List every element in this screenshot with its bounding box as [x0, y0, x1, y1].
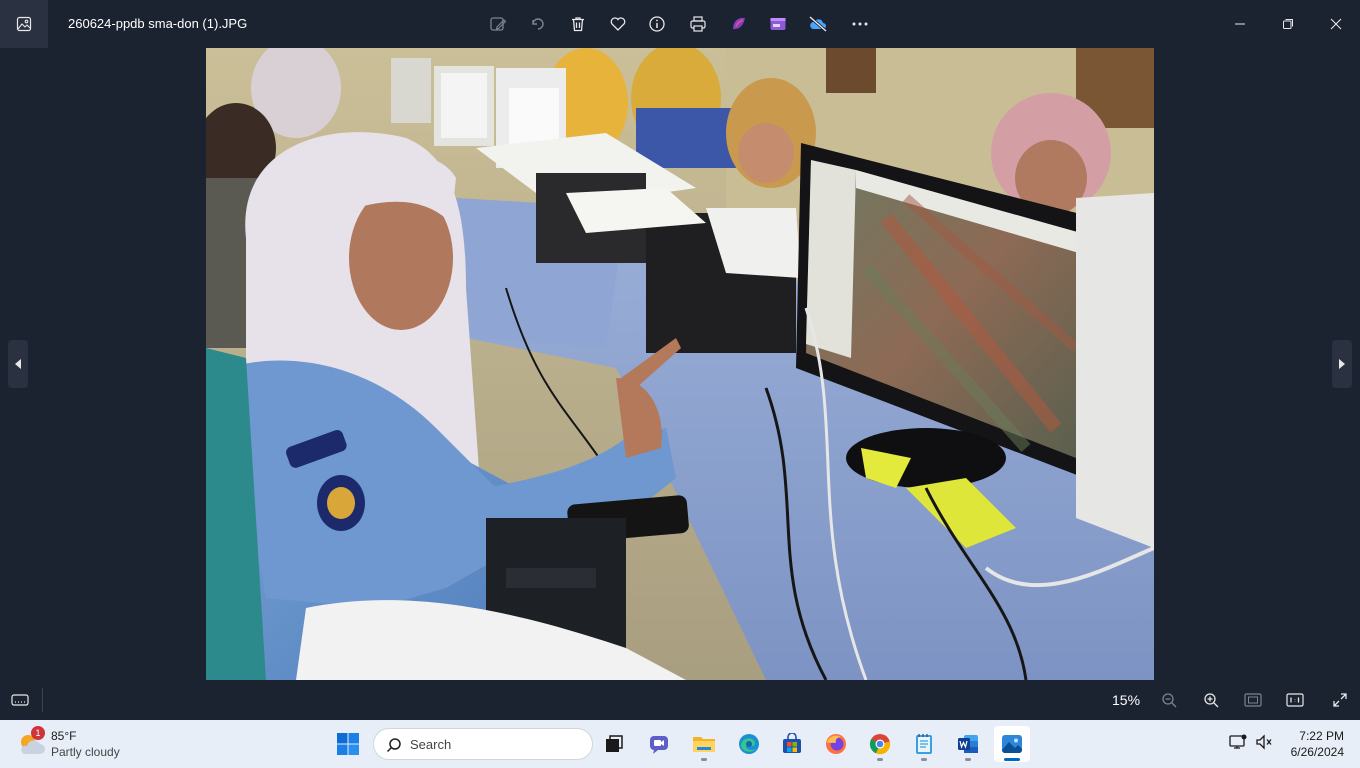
weather-temperature: 85°F: [51, 729, 77, 743]
task-view-icon: [606, 735, 623, 752]
store-button[interactable]: [774, 726, 810, 762]
minimize-icon: [1235, 23, 1245, 25]
video-editor-icon: [770, 18, 786, 30]
firefox-button[interactable]: [818, 726, 854, 762]
title-bar: 260624-ppdb sma-don (1).JPG: [0, 0, 1360, 48]
gallery-icon: [16, 16, 32, 32]
file-name: 260624-ppdb sma-don (1).JPG: [68, 16, 248, 31]
favorite-button[interactable]: [606, 12, 630, 36]
filmstrip-icon: [11, 694, 29, 706]
zoom-out-icon: [1162, 693, 1177, 708]
onedrive-button[interactable]: [806, 12, 830, 36]
photos-button[interactable]: [994, 726, 1030, 762]
start-button[interactable]: [330, 726, 366, 762]
expand-icon: [1333, 693, 1347, 707]
divider: [42, 688, 43, 712]
delete-icon: [572, 17, 584, 32]
zoom-out-button[interactable]: [1157, 688, 1181, 712]
zoom-in-button[interactable]: [1199, 688, 1223, 712]
caret-left-icon: [15, 359, 21, 369]
clock-date: 6/26/2024: [1290, 745, 1344, 759]
store-icon: [783, 733, 801, 753]
zoom-in-icon: [1204, 693, 1219, 708]
onedrive-off-icon: [809, 15, 827, 33]
info-icon: [649, 16, 665, 32]
close-icon: [1330, 18, 1342, 30]
photo-canvas[interactable]: [206, 48, 1154, 680]
search-placeholder: Search: [410, 737, 452, 752]
info-button[interactable]: [645, 12, 669, 36]
edit-image-button[interactable]: [486, 12, 510, 36]
running-indicator: [877, 758, 883, 761]
volume-button[interactable]: [1254, 732, 1274, 752]
print-icon: [690, 16, 706, 32]
photos-app-window: 260624-ppdb sma-don (1).JPG 15%: [0, 0, 1360, 720]
clock-time: 7:22 PM: [1299, 729, 1344, 743]
folder-icon: [693, 737, 715, 752]
edge-button[interactable]: [731, 726, 767, 762]
more-options-button[interactable]: [848, 12, 872, 36]
edge-icon: [739, 734, 759, 754]
notepad-button[interactable]: [906, 726, 942, 762]
weather-widget[interactable]: 1 85°F Partly cloudy: [16, 726, 146, 762]
zoom-level: 15%: [1112, 692, 1141, 708]
previous-photo-button[interactable]: [8, 340, 28, 388]
windows-logo-icon: [337, 733, 359, 755]
photos-icon: [1002, 735, 1022, 753]
notepad-icon: [916, 734, 932, 754]
filmstrip-button[interactable]: [8, 688, 32, 712]
network-button[interactable]: [1228, 732, 1248, 752]
clipchamp-button[interactable]: [727, 12, 751, 36]
running-indicator: [1004, 758, 1020, 761]
word-icon: [958, 735, 978, 753]
restore-icon: [1283, 19, 1293, 29]
photo-image: [206, 48, 1154, 680]
running-indicator: [965, 758, 971, 761]
taskbar: 1 85°F Partly cloudy Search 7:22 PM 6/26…: [0, 720, 1360, 768]
chrome-icon: [869, 734, 891, 755]
chrome-button[interactable]: [862, 726, 898, 762]
video-editor-button[interactable]: [766, 12, 790, 36]
gallery-button[interactable]: [0, 0, 48, 48]
caret-right-icon: [1339, 359, 1345, 369]
taskbar-search[interactable]: Search: [373, 728, 593, 760]
favorite-icon: [610, 17, 626, 31]
running-indicator: [921, 758, 927, 761]
next-photo-button[interactable]: [1332, 340, 1352, 388]
network-icon: [1229, 734, 1247, 749]
volume-muted-icon: [1256, 734, 1272, 750]
search-icon: [386, 738, 401, 753]
word-button[interactable]: [950, 726, 986, 762]
chat-button[interactable]: [641, 726, 677, 762]
delete-button[interactable]: [566, 12, 590, 36]
clipchamp-icon: [733, 17, 745, 30]
weather-description: Partly cloudy: [51, 745, 120, 759]
rotate-button[interactable]: [526, 12, 550, 36]
actual-size-icon: [1286, 693, 1304, 707]
print-button[interactable]: [686, 12, 710, 36]
close-button[interactable]: [1312, 0, 1360, 48]
full-screen-button[interactable]: [1328, 688, 1352, 712]
fit-to-window-button[interactable]: [1241, 688, 1265, 712]
actual-size-button[interactable]: [1283, 688, 1307, 712]
more-icon: [852, 22, 868, 26]
fit-window-icon: [1244, 693, 1262, 707]
running-indicator: [701, 758, 707, 761]
firefox-icon: [826, 734, 846, 754]
edit-image-icon: [490, 17, 507, 31]
task-view-button[interactable]: [596, 726, 632, 762]
rotate-icon: [532, 18, 544, 30]
minimize-button[interactable]: [1216, 0, 1264, 48]
system-clock[interactable]: 7:22 PM 6/26/2024: [1280, 728, 1344, 760]
bottom-bar: 15%: [0, 680, 1360, 720]
restore-button[interactable]: [1264, 0, 1312, 48]
chat-icon: [650, 736, 668, 754]
file-explorer-button[interactable]: [686, 726, 722, 762]
weather-alert-badge: 1: [31, 726, 45, 740]
